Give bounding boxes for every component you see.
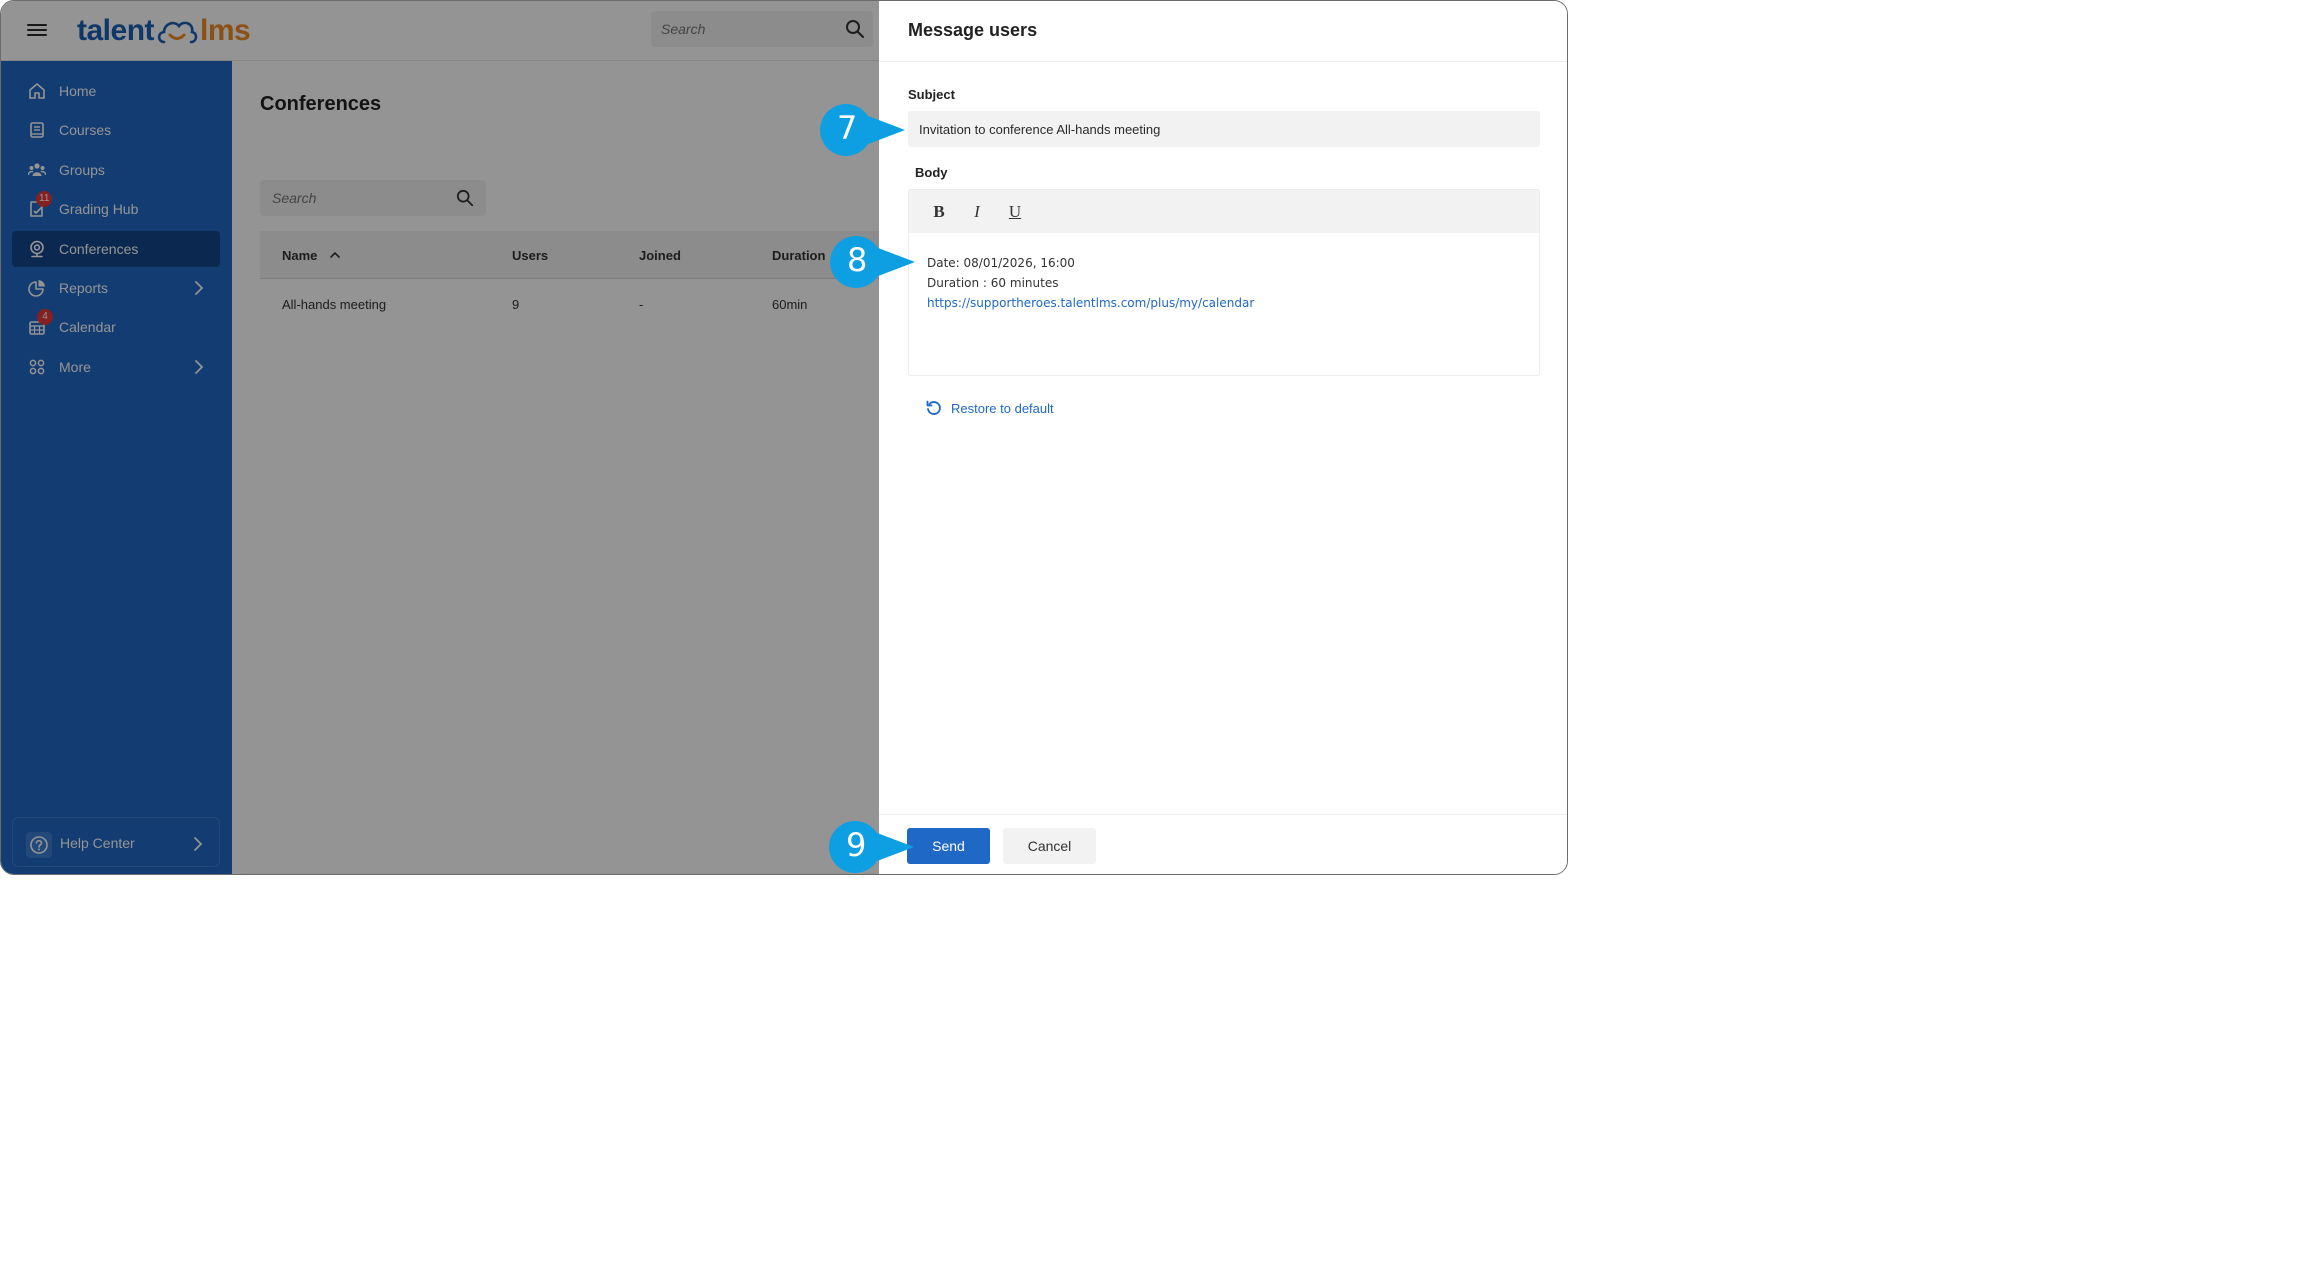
editor-content[interactable]: Date: 08/01/2026, 16:00 Duration : 60 mi…: [927, 253, 1254, 313]
calendar-link[interactable]: https://supportheroes.talentlms.com/plus…: [927, 296, 1254, 310]
step-callout-7: [820, 104, 905, 156]
body-duration-line: Duration : 60 minutes: [927, 276, 1059, 290]
app-window: talent lms Home: [0, 0, 1568, 875]
underline-button[interactable]: U: [1004, 202, 1026, 224]
drawer-title: Message users: [908, 20, 1038, 40]
step-number-8: 8: [847, 241, 868, 279]
divider: [879, 814, 1567, 815]
divider: [879, 61, 1567, 62]
cancel-button[interactable]: Cancel: [1003, 828, 1096, 864]
undo-icon: [926, 400, 941, 415]
restore-default-label: Restore to default: [951, 400, 1054, 416]
body-editor[interactable]: B I U Date: 08/01/2026, 16:00 Duration :…: [908, 189, 1540, 376]
send-button[interactable]: Send: [907, 828, 990, 864]
subject-input[interactable]: [908, 111, 1540, 147]
body-label: Body: [915, 165, 948, 180]
modal-backdrop[interactable]: [1, 1, 879, 874]
italic-button[interactable]: I: [966, 202, 988, 224]
step-number-7: 7: [837, 109, 858, 147]
step-number-9: 9: [846, 826, 867, 864]
subject-label: Subject: [908, 87, 955, 102]
restore-default-button[interactable]: Restore to default: [925, 399, 1054, 417]
body-date-line: Date: 08/01/2026, 16:00: [927, 256, 1075, 270]
step-callout-9: [829, 821, 914, 873]
step-callout-8: [830, 236, 915, 288]
message-users-drawer: Message users Subject Body B I U Date: 0…: [879, 1, 1567, 874]
bold-button[interactable]: B: [928, 202, 950, 224]
editor-toolbar: B I U: [909, 190, 1539, 233]
